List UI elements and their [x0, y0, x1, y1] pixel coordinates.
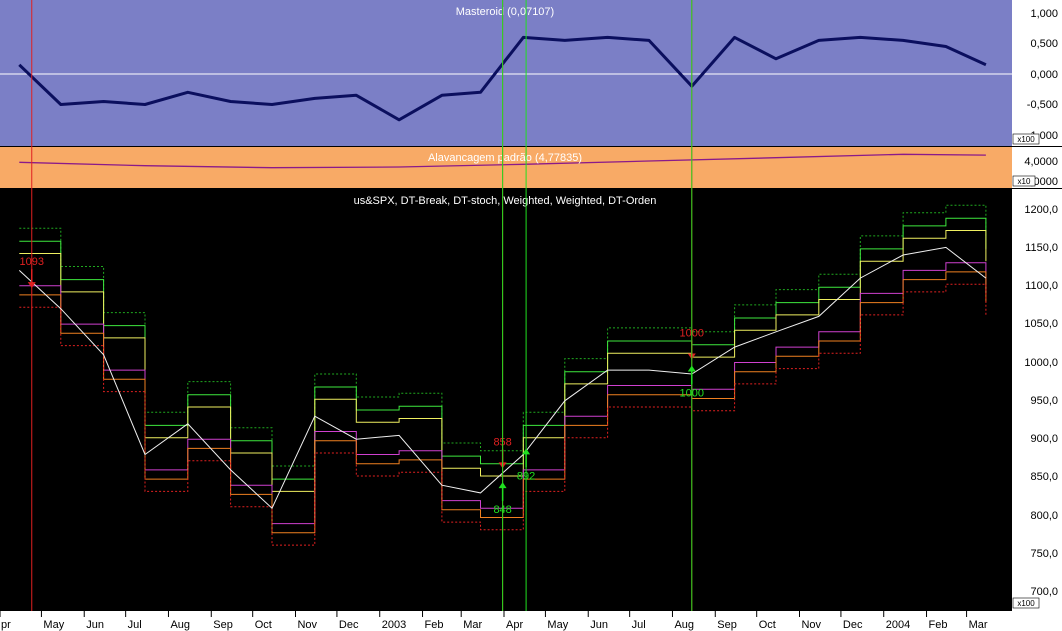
price-tick-label: 1100,0 [1025, 280, 1058, 292]
time-tick-label: Jun [590, 619, 608, 631]
price-tick-label: 750,0 [1030, 548, 1058, 560]
buy-signal-label: 848 [493, 504, 511, 516]
oscillator-background [0, 0, 1012, 146]
leverage-panel: Alavancagem padrão (4,77835) [0, 147, 1012, 188]
time-tick-label: Apr [506, 619, 523, 631]
time-tick-label: May [43, 619, 64, 631]
time-tick-label: Dec [339, 619, 359, 631]
oscillator-tick-label: 0,000 [1030, 69, 1058, 81]
price-tick-label: 1050,0 [1024, 318, 1058, 330]
time-tick-label: Nov [297, 619, 317, 631]
leverage-title: Alavancagem padrão (4,77835) [428, 152, 582, 164]
oscillator-multiplier: x100 [1017, 135, 1035, 144]
price-tick-label: 800,0 [1030, 510, 1058, 522]
sell-signal-label: 1093 [20, 256, 44, 268]
oscillator-panel: Masteroid (0,07107) [0, 0, 1012, 146]
chart-window: Masteroid (0,07107) 1,000 0,500 0,000 -0… [0, 0, 1062, 631]
time-tick-label: Oct [759, 619, 776, 631]
price-tick-label: 850,0 [1030, 471, 1058, 483]
time-tick-label: 2003 [382, 619, 406, 631]
price-panel: us&SPX, DT-Break, DT-stoch, Weighted, We… [0, 189, 1012, 611]
time-tick-label: Jul [632, 619, 646, 631]
oscillator-tick-label: 1,000 [1030, 8, 1058, 20]
price-tick-label: 1200,0 [1024, 204, 1058, 216]
oscillator-tick-label: 0,500 [1030, 38, 1058, 50]
time-tick-label: Sep [717, 619, 737, 631]
time-tick-label: Oct [255, 619, 272, 631]
leverage-multiplier: x10 [1018, 177, 1031, 186]
time-tick-label: Aug [674, 619, 694, 631]
time-tick-label: Feb [929, 619, 948, 631]
price-tick-label: 950,0 [1030, 395, 1058, 407]
price-tick-label: 900,0 [1030, 433, 1058, 445]
time-tick-label: Mar [463, 619, 482, 631]
time-tick-label: Sep [213, 619, 233, 631]
time-tick-label: Aug [170, 619, 190, 631]
price-multiplier: x100 [1017, 599, 1035, 608]
price-tick-label: 1150,0 [1025, 242, 1058, 254]
oscillator-title: Masteroid (0,07107) [456, 6, 554, 18]
oscillator-tick-label: -0,500 [1027, 99, 1058, 111]
time-tick-label: May [547, 619, 568, 631]
price-title: us&SPX, DT-Break, DT-stoch, Weighted, We… [354, 195, 657, 207]
price-tick-label: 1000,0 [1024, 357, 1058, 369]
time-tick-label: 2004 [886, 619, 910, 631]
time-tick-label: Jun [86, 619, 104, 631]
time-tick-label: Mar [969, 619, 988, 631]
time-tick-label: Feb [425, 619, 444, 631]
price-tick-label: 700,0 [1030, 586, 1058, 598]
time-tick-label: pr [1, 619, 11, 631]
time-tick-label: Nov [801, 619, 821, 631]
buy-signal-label: 892 [517, 470, 535, 482]
time-tick-label: Jul [128, 619, 142, 631]
buy-signal-label: 1000 [680, 387, 704, 399]
leverage-tick-label: 4,0000 [1024, 156, 1058, 168]
time-tick-label: Dec [843, 619, 863, 631]
